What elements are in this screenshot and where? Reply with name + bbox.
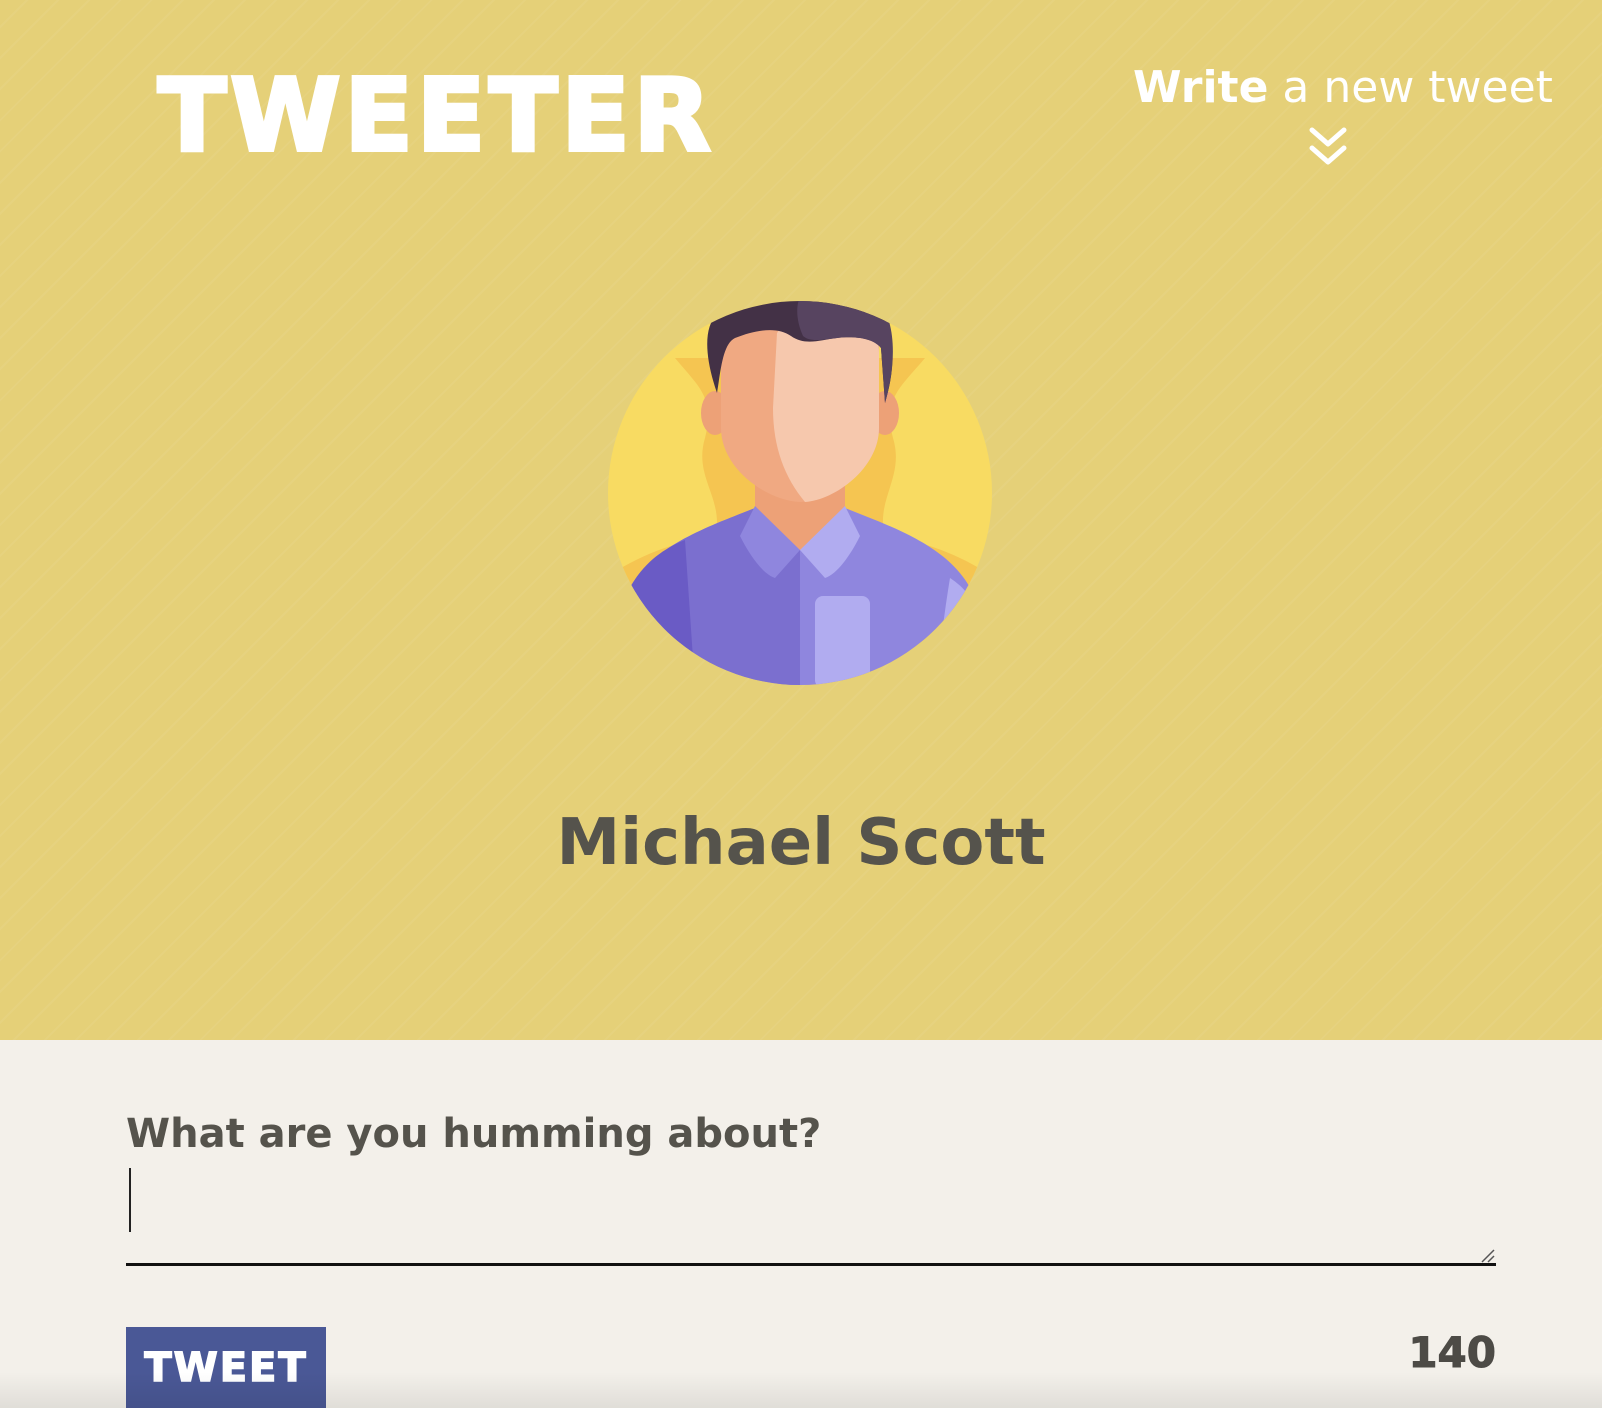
profile-header: TWEETER Write a new tweet Michael Scott (0, 0, 1602, 1040)
write-new-tweet-toggle[interactable]: Write a new tweet (1108, 62, 1553, 182)
profile-name: Michael Scott (556, 806, 1046, 880)
resize-grip-icon[interactable] (1478, 1246, 1496, 1264)
tweet-composer: What are you humming about? TWEET 140 (0, 1040, 1602, 1408)
text-caret (129, 1168, 131, 1232)
write-new-tweet-label: Write a new tweet (1133, 62, 1553, 115)
page: TWEETER Write a new tweet Michael Scott … (0, 0, 1602, 1408)
write-new-tweet-strong: Write (1133, 62, 1269, 113)
avatar-icon (608, 301, 992, 685)
tweet-button[interactable]: TWEET (126, 1327, 326, 1408)
tweet-input[interactable] (126, 1168, 1496, 1266)
character-counter: 140 (1408, 1328, 1497, 1378)
brand-logo: TWEETER (156, 57, 715, 174)
write-new-tweet-rest: a new tweet (1268, 62, 1553, 113)
double-chevron-down-icon (1309, 127, 1347, 165)
composer-label: What are you humming about? (126, 1111, 822, 1157)
